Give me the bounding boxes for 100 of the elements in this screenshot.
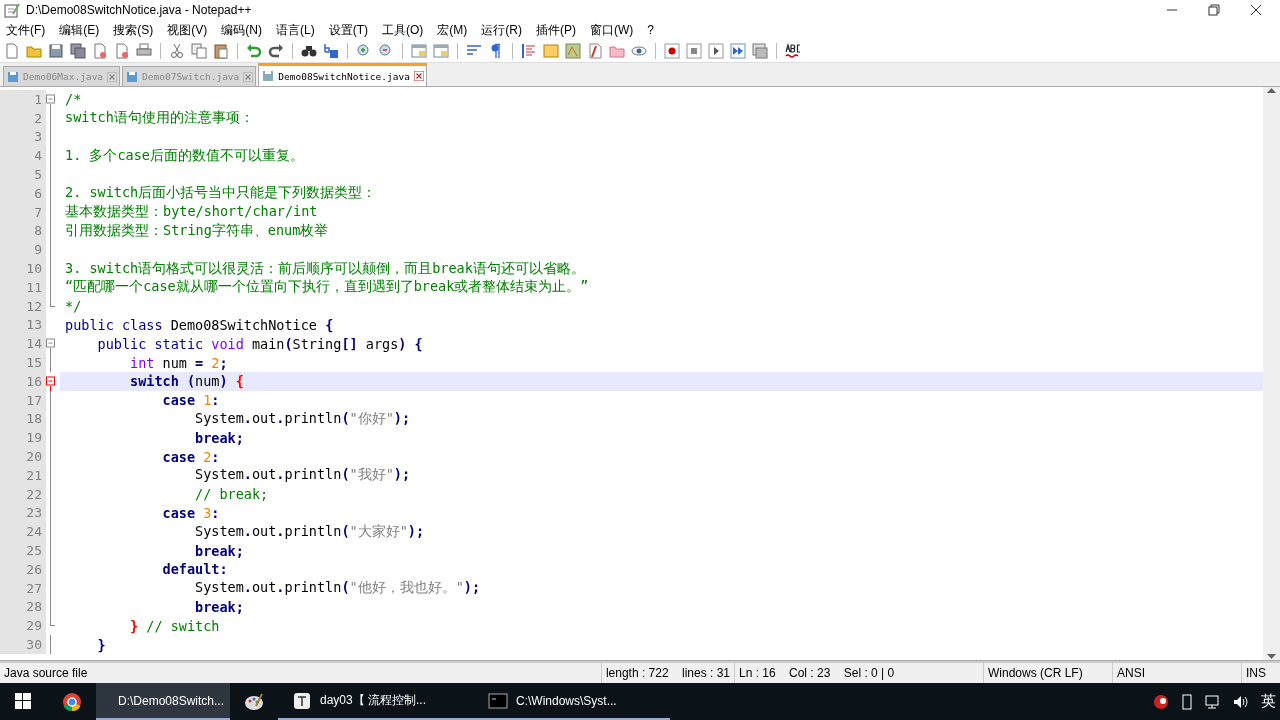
line-number: 15 xyxy=(0,353,46,372)
binoculars-icon[interactable] xyxy=(301,43,317,59)
floppy-icon[interactable] xyxy=(48,43,64,59)
menu-item[interactable]: 设置(T) xyxy=(328,21,368,39)
zoom-in-icon[interactable] xyxy=(356,43,372,59)
function-list-icon[interactable] xyxy=(587,43,603,59)
menu-item[interactable]: ? xyxy=(647,23,654,37)
menu-item[interactable]: 工具(O) xyxy=(382,21,424,39)
printer-icon[interactable] xyxy=(136,43,152,59)
menu-item[interactable]: 宏(M) xyxy=(437,21,468,39)
floppy-icon xyxy=(7,70,19,83)
usb-drive-icon[interactable] xyxy=(1181,693,1193,710)
line-number: 10 xyxy=(0,259,46,278)
scissors-icon[interactable] xyxy=(169,43,185,59)
menu-item[interactable]: 语言(L) xyxy=(276,21,315,39)
menu-item[interactable]: 编辑(E) xyxy=(59,21,100,39)
eye-icon[interactable] xyxy=(631,43,647,59)
document-icon[interactable] xyxy=(114,43,130,59)
floppy-icon xyxy=(262,70,275,82)
floppies-icon[interactable] xyxy=(70,43,86,59)
network-icon[interactable] xyxy=(1205,693,1221,710)
taskbar-app[interactable]: day03【 流程控制... xyxy=(278,683,474,720)
letter-t-icon xyxy=(292,690,312,711)
taskbar-app[interactable]: C:\Windows\Syst... xyxy=(474,683,670,720)
window-icon[interactable] xyxy=(752,43,768,59)
taskbar-app[interactable]: D:\Demo08Switch... xyxy=(96,683,230,720)
stop-icon[interactable] xyxy=(686,43,702,59)
code-line: case 1: xyxy=(161,391,221,410)
menu-item[interactable]: 文件(F) xyxy=(6,21,46,39)
down-arrow-icon xyxy=(1267,654,1276,660)
line-number: 19 xyxy=(0,428,46,448)
palette-icon xyxy=(244,691,264,712)
document-icon[interactable] xyxy=(92,43,108,59)
input-method-indicator[interactable]: 英 xyxy=(1261,692,1276,711)
up-arrow-icon xyxy=(1267,87,1276,93)
file-type-label: Java source file xyxy=(3,665,89,682)
console-icon xyxy=(488,690,508,711)
window-title: D:\Demo08SwitchNotice.java - Notepad++ xyxy=(26,3,253,17)
code-line: System.out.println("你好"); xyxy=(194,409,412,428)
close-icon[interactable] xyxy=(1250,4,1262,16)
code-line: 引用数据类型：String字符串、enum枚举 xyxy=(64,221,330,240)
record-icon[interactable] xyxy=(664,43,680,59)
code-line: // break; xyxy=(194,485,270,504)
code-line: case 3: xyxy=(161,503,221,523)
restore-icon[interactable] xyxy=(1208,4,1220,16)
line-number: 29 xyxy=(0,616,46,636)
code-line: System.out.println("大家好"); xyxy=(194,522,426,541)
zoom-out-icon[interactable] xyxy=(378,43,394,59)
line-number: 14 xyxy=(0,334,46,354)
code-line: System.out.println("我好"); xyxy=(194,465,412,485)
spellcheck-icon[interactable] xyxy=(785,43,801,59)
code-line: } xyxy=(96,635,107,654)
code-line: break; xyxy=(194,597,245,617)
code-line: case 2: xyxy=(161,447,221,466)
line-number: 5 xyxy=(0,165,46,184)
menu-item[interactable]: 视图(V) xyxy=(167,21,208,39)
code-line: int num = 2; xyxy=(129,353,229,372)
window-icon[interactable] xyxy=(433,43,449,59)
menu-item[interactable]: 插件(P) xyxy=(536,21,576,39)
code-line: /* xyxy=(64,90,83,109)
code-line: break; xyxy=(194,428,245,448)
document-icon[interactable] xyxy=(4,43,20,59)
line-number: 20 xyxy=(0,447,46,466)
code-line: switch语句使用的注意事项： xyxy=(64,108,255,128)
code-line: default: xyxy=(161,560,229,579)
menu-item[interactable]: 搜索(S) xyxy=(113,21,154,39)
note-icon[interactable] xyxy=(543,43,559,59)
floppy-icon xyxy=(126,70,139,83)
window-icon[interactable] xyxy=(411,43,427,59)
menu-item[interactable]: 编码(N) xyxy=(221,21,262,39)
menu-item[interactable]: 运行(R) xyxy=(481,21,522,39)
code-line: } // switch xyxy=(129,616,221,636)
clipboard-icon[interactable] xyxy=(213,43,229,59)
code-line: public class Demo08SwitchNotice { xyxy=(64,315,335,335)
line-number: 25 xyxy=(0,541,46,560)
line-number: 30 xyxy=(0,635,46,654)
copy-icon[interactable] xyxy=(191,43,207,59)
fold-line xyxy=(50,353,51,373)
menu-item[interactable]: 窗口(W) xyxy=(590,21,634,39)
close-icon[interactable] xyxy=(413,71,424,81)
fold-line xyxy=(50,635,51,655)
notepad-icon xyxy=(4,2,20,18)
code-line: break; xyxy=(194,541,245,560)
fold-end-line xyxy=(50,296,55,307)
code-line: 3. switch语句格式可以很灵活：前后顺序可以颠倒，而且break语句还可以省略。 xyxy=(64,259,586,278)
indent-guide-icon[interactable] xyxy=(521,43,537,59)
scrollbar[interactable] xyxy=(1263,87,1280,660)
folder-icon[interactable] xyxy=(26,43,42,59)
browser-icon xyxy=(62,691,82,712)
replace-icon[interactable] xyxy=(323,43,339,59)
code-line: “匹配哪一个case就从哪一个位置向下执行，直到遇到了break或者整体结束为止。” xyxy=(64,277,590,297)
folder-icon[interactable] xyxy=(609,43,625,59)
redo-icon[interactable] xyxy=(268,43,284,59)
undo-icon[interactable] xyxy=(246,43,262,59)
file-tab[interactable]: Demo08SwitchNotice.java xyxy=(258,63,427,86)
fold-end-line xyxy=(50,616,55,627)
fast-forward-icon[interactable] xyxy=(730,43,746,59)
play-icon[interactable] xyxy=(708,43,724,59)
tray-app-icon[interactable] xyxy=(1153,693,1169,710)
code-line: 1. 多个case后面的数值不可以重复。 xyxy=(64,146,305,165)
